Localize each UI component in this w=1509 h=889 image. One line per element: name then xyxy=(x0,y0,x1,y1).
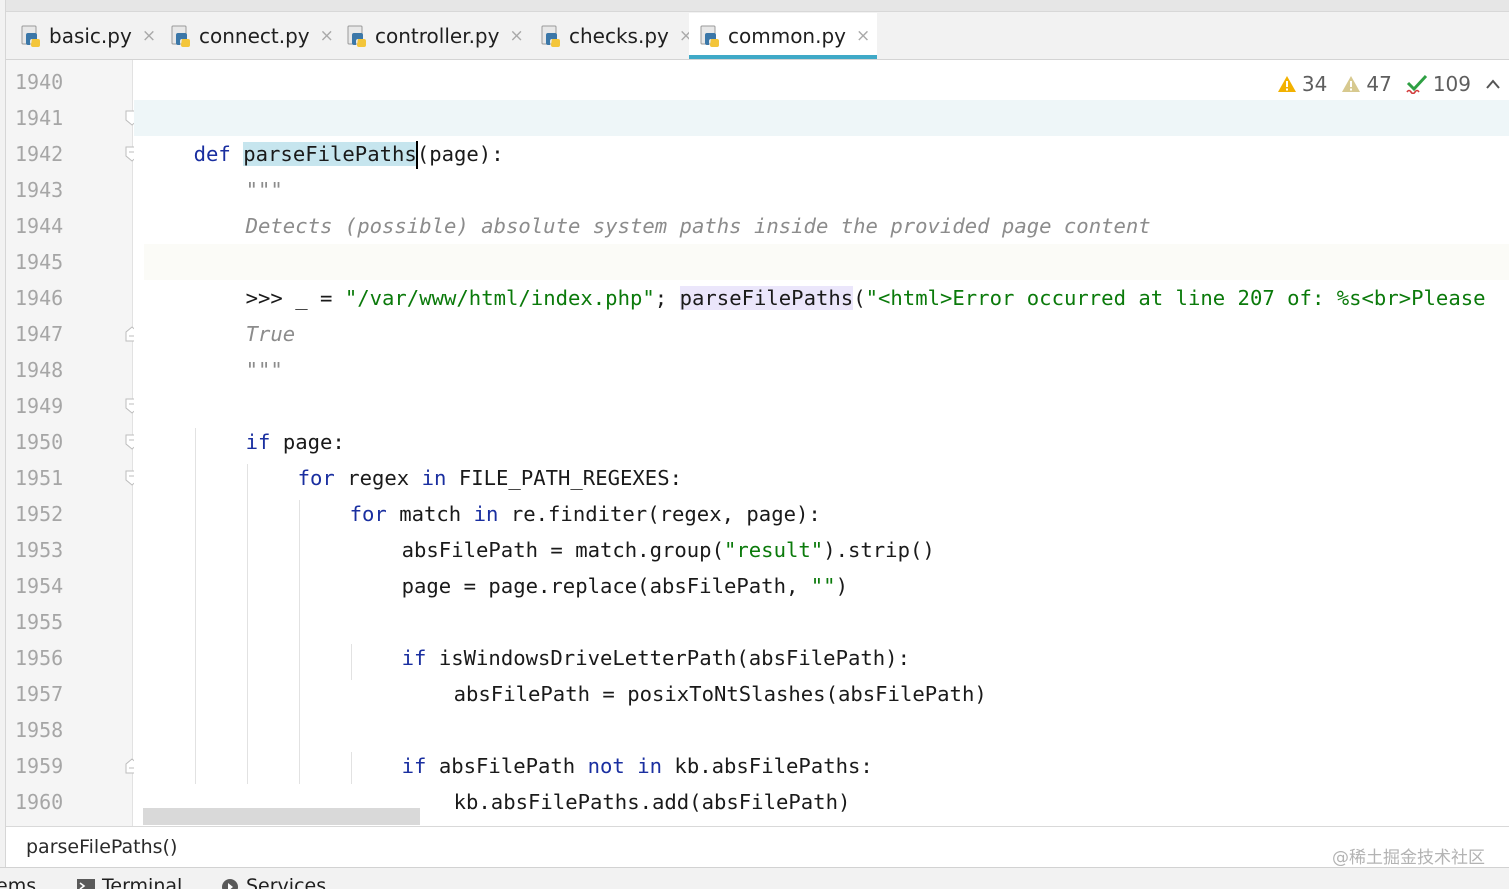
code-line-1945[interactable]: >>> _ = "/var/www/html/index.php"; parse… xyxy=(144,244,1486,352)
line-number-gutter[interactable]: 1940 1941 1942 1943 1944 1945 1946 1947 … xyxy=(6,60,139,826)
typos-count: 109 xyxy=(1432,72,1471,96)
code-text: ) xyxy=(835,574,848,598)
python-file-icon xyxy=(20,25,42,47)
line-number: 1960 xyxy=(15,790,64,814)
line-number: 1953 xyxy=(15,538,64,562)
tab-label: connect.py xyxy=(199,24,310,48)
line-number: 1955 xyxy=(15,610,64,634)
watermark: @稀土掘金技术社区 xyxy=(1332,848,1485,868)
inspection-widget[interactable]: 34 47 109 xyxy=(1277,70,1501,98)
line-number: 1952 xyxy=(15,502,64,526)
tool-window-services[interactable]: Services xyxy=(220,875,326,889)
weak-warnings-count: 47 xyxy=(1366,72,1392,96)
string-literal: "/var/www/html/index.php" xyxy=(344,286,655,310)
docstring-quotes: """ xyxy=(245,358,283,382)
line-number: 1943 xyxy=(15,178,64,202)
line-number: 1954 xyxy=(15,574,64,598)
python-file-icon xyxy=(699,25,721,47)
weak-warning-icon xyxy=(1342,76,1361,92)
code-text: (page): xyxy=(416,142,504,166)
tool-window-label: Services xyxy=(246,875,327,889)
code-editor[interactable]: def parseFilePaths(page): """ Detects (p… xyxy=(134,60,1509,826)
close-icon[interactable]: × xyxy=(856,26,870,46)
docstring-text: Detects (possible) absolute system paths… xyxy=(245,214,1151,238)
tab-basic-py[interactable]: basic.py × xyxy=(10,13,160,59)
line-number: 1958 xyxy=(15,718,64,742)
tab-checks-py[interactable]: checks.py × xyxy=(530,13,694,59)
line-number: 1941 xyxy=(15,106,64,130)
code-text: ; xyxy=(654,286,680,310)
editor-tab-bar: basic.py × connect.py × controller.py × … xyxy=(6,0,1509,60)
weak-warnings-counter[interactable]: 47 xyxy=(1341,72,1392,96)
typos-counter[interactable]: 109 xyxy=(1406,72,1471,96)
line-number: 1950 xyxy=(15,430,64,454)
tab-connect-py[interactable]: connect.py × xyxy=(160,13,336,59)
tab-label: common.py xyxy=(728,24,846,48)
spellcheck-icon xyxy=(1406,74,1427,94)
tool-window-label: Terminal xyxy=(102,875,183,889)
line-number: 1959 xyxy=(15,754,64,778)
line-number: 1940 xyxy=(15,70,64,94)
line-number: 1957 xyxy=(15,682,64,706)
tool-window-bar: ems Terminal Services xyxy=(0,867,1509,889)
tool-window-terminal[interactable]: Terminal xyxy=(76,875,182,889)
line-number: 1956 xyxy=(15,646,64,670)
warnings-count: 34 xyxy=(1301,72,1328,96)
line-number: 1948 xyxy=(15,358,64,382)
line-number: 1942 xyxy=(15,142,64,166)
code-text: kb.absFilePaths.add(absFilePath) xyxy=(453,790,851,814)
line-number: 1949 xyxy=(15,394,64,418)
close-icon[interactable]: × xyxy=(320,26,334,46)
line-number: 1951 xyxy=(15,466,64,490)
tab-common-py[interactable]: common.py × xyxy=(689,13,877,59)
close-icon[interactable]: × xyxy=(509,26,523,46)
warning-icon xyxy=(1277,76,1296,92)
breadcrumb-bar: parseFilePaths() @稀土掘金技术社区 xyxy=(6,826,1509,868)
tab-label: controller.py xyxy=(375,24,500,48)
python-file-icon xyxy=(540,25,562,47)
breadcrumb-function[interactable]: parseFilePaths() xyxy=(26,836,177,858)
code-text: page = page.replace(absFilePath, xyxy=(401,574,811,598)
code-text: absFilePath = posixToNtSlashes(absFilePa… xyxy=(453,682,987,706)
chevron-up-icon[interactable] xyxy=(1485,78,1501,90)
close-icon[interactable]: × xyxy=(142,26,156,46)
tool-window-problems[interactable]: ems xyxy=(0,875,36,889)
string-literal: "<html>Error occurred at line 207 of: %s… xyxy=(865,286,1486,310)
tool-window-label: ems xyxy=(0,875,37,889)
python-file-icon xyxy=(346,25,368,47)
code-text: ( xyxy=(853,286,866,310)
line-number: 1947 xyxy=(15,322,64,346)
function-usage-highlight: parseFilePaths xyxy=(679,286,854,310)
line-number: 1944 xyxy=(15,214,64,238)
tab-label: checks.py xyxy=(569,24,669,48)
python-file-icon xyxy=(170,25,192,47)
terminal-icon xyxy=(77,879,95,889)
string-literal: "" xyxy=(810,574,836,598)
line-number: 1945 xyxy=(15,250,64,274)
tab-controller-py[interactable]: controller.py × xyxy=(336,13,530,59)
services-icon xyxy=(222,879,238,889)
tab-label: basic.py xyxy=(49,24,132,48)
tab-bar-top-strip xyxy=(6,0,1509,12)
horizontal-scrollbar[interactable] xyxy=(143,808,420,825)
warnings-counter[interactable]: 34 xyxy=(1277,72,1327,96)
line-number: 1946 xyxy=(15,286,64,310)
